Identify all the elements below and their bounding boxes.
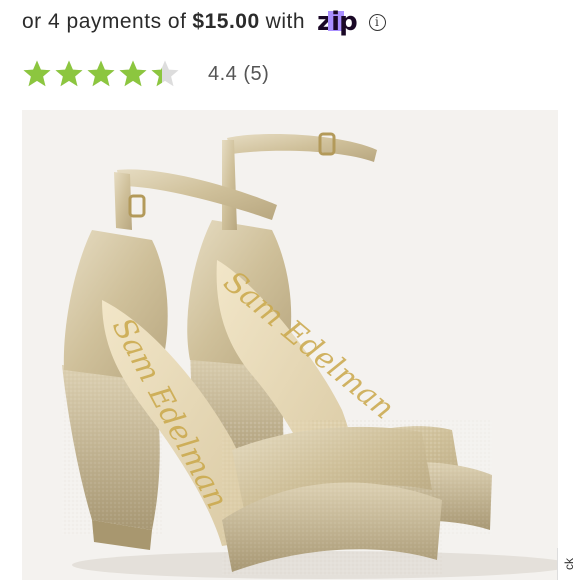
star-rating — [22, 59, 180, 89]
gold-sandal-image: Sam Edelman Sam Edelman — [22, 110, 558, 580]
star-icon — [87, 60, 115, 87]
side-tab[interactable]: ck — [557, 548, 580, 580]
star-icon — [119, 60, 147, 87]
payment-prefix: or 4 payments of — [22, 10, 187, 33]
star-icon — [151, 60, 179, 87]
rating-text: 4.4 (5) — [208, 62, 270, 85]
star-icon — [23, 60, 51, 87]
product-photo[interactable]: Sam Edelman Sam Edelman — [22, 110, 558, 580]
payment-amount: $15.00 — [192, 10, 260, 33]
payment-installments-row: or 4 payments of $15.00 with zip i — [22, 4, 386, 40]
side-tab-label: ck — [562, 558, 576, 570]
payment-suffix: with — [265, 10, 306, 33]
star-icon — [55, 60, 83, 87]
zip-logo: zip — [317, 7, 358, 37]
rating-row[interactable]: 4.4 (5) — [22, 54, 269, 94]
info-icon[interactable]: i — [368, 13, 386, 31]
